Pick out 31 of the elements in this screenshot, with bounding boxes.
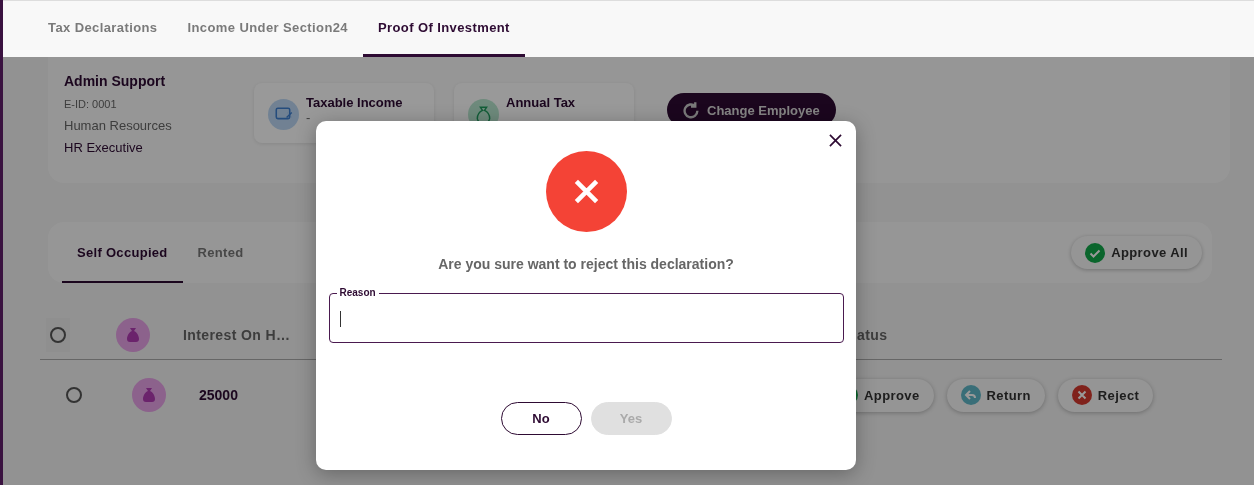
tab[interactable]: Tax Declarations — [33, 1, 173, 57]
approve-all-button[interactable]: Approve All — [1071, 236, 1202, 269]
designation: HR Executive — [64, 139, 144, 157]
employee-name: Admin Support — [64, 73, 167, 91]
reject-button[interactable]: Reject — [1057, 378, 1154, 412]
tab[interactable]: Income Under Section24 — [172, 1, 363, 57]
radio-button[interactable] — [50, 327, 66, 343]
employee-id: E-ID: 0001 — [64, 97, 118, 112]
stat-label: Taxable Income — [306, 95, 403, 110]
refresh-icon — [683, 101, 699, 119]
income-icon — [268, 99, 299, 130]
reply-icon — [960, 385, 981, 405]
field-label: Reason — [336, 287, 379, 299]
stat-label: Annual Tax — [506, 95, 576, 110]
money-bag-icon — [132, 378, 166, 412]
stat-value: - — [306, 110, 312, 125]
column-header: atus — [857, 327, 888, 343]
check-icon — [1085, 242, 1106, 263]
close-icon[interactable] — [829, 134, 842, 147]
error-icon — [545, 151, 627, 232]
department: Human Resources — [64, 117, 173, 135]
return-button[interactable]: Return — [946, 378, 1045, 412]
column-header: Interest On H… — [183, 327, 291, 343]
tab[interactable]: Self Occupied — [62, 224, 183, 283]
radio-button[interactable] — [66, 387, 82, 403]
close-icon — [1071, 385, 1092, 405]
no-button[interactable]: No — [500, 402, 582, 435]
money-bag-icon — [116, 318, 150, 352]
tab[interactable]: Rented — [182, 224, 259, 283]
dialog-message: Are you sure want to reject this declaration? — [438, 256, 734, 272]
table-cell-text: 25000 — [199, 387, 239, 403]
